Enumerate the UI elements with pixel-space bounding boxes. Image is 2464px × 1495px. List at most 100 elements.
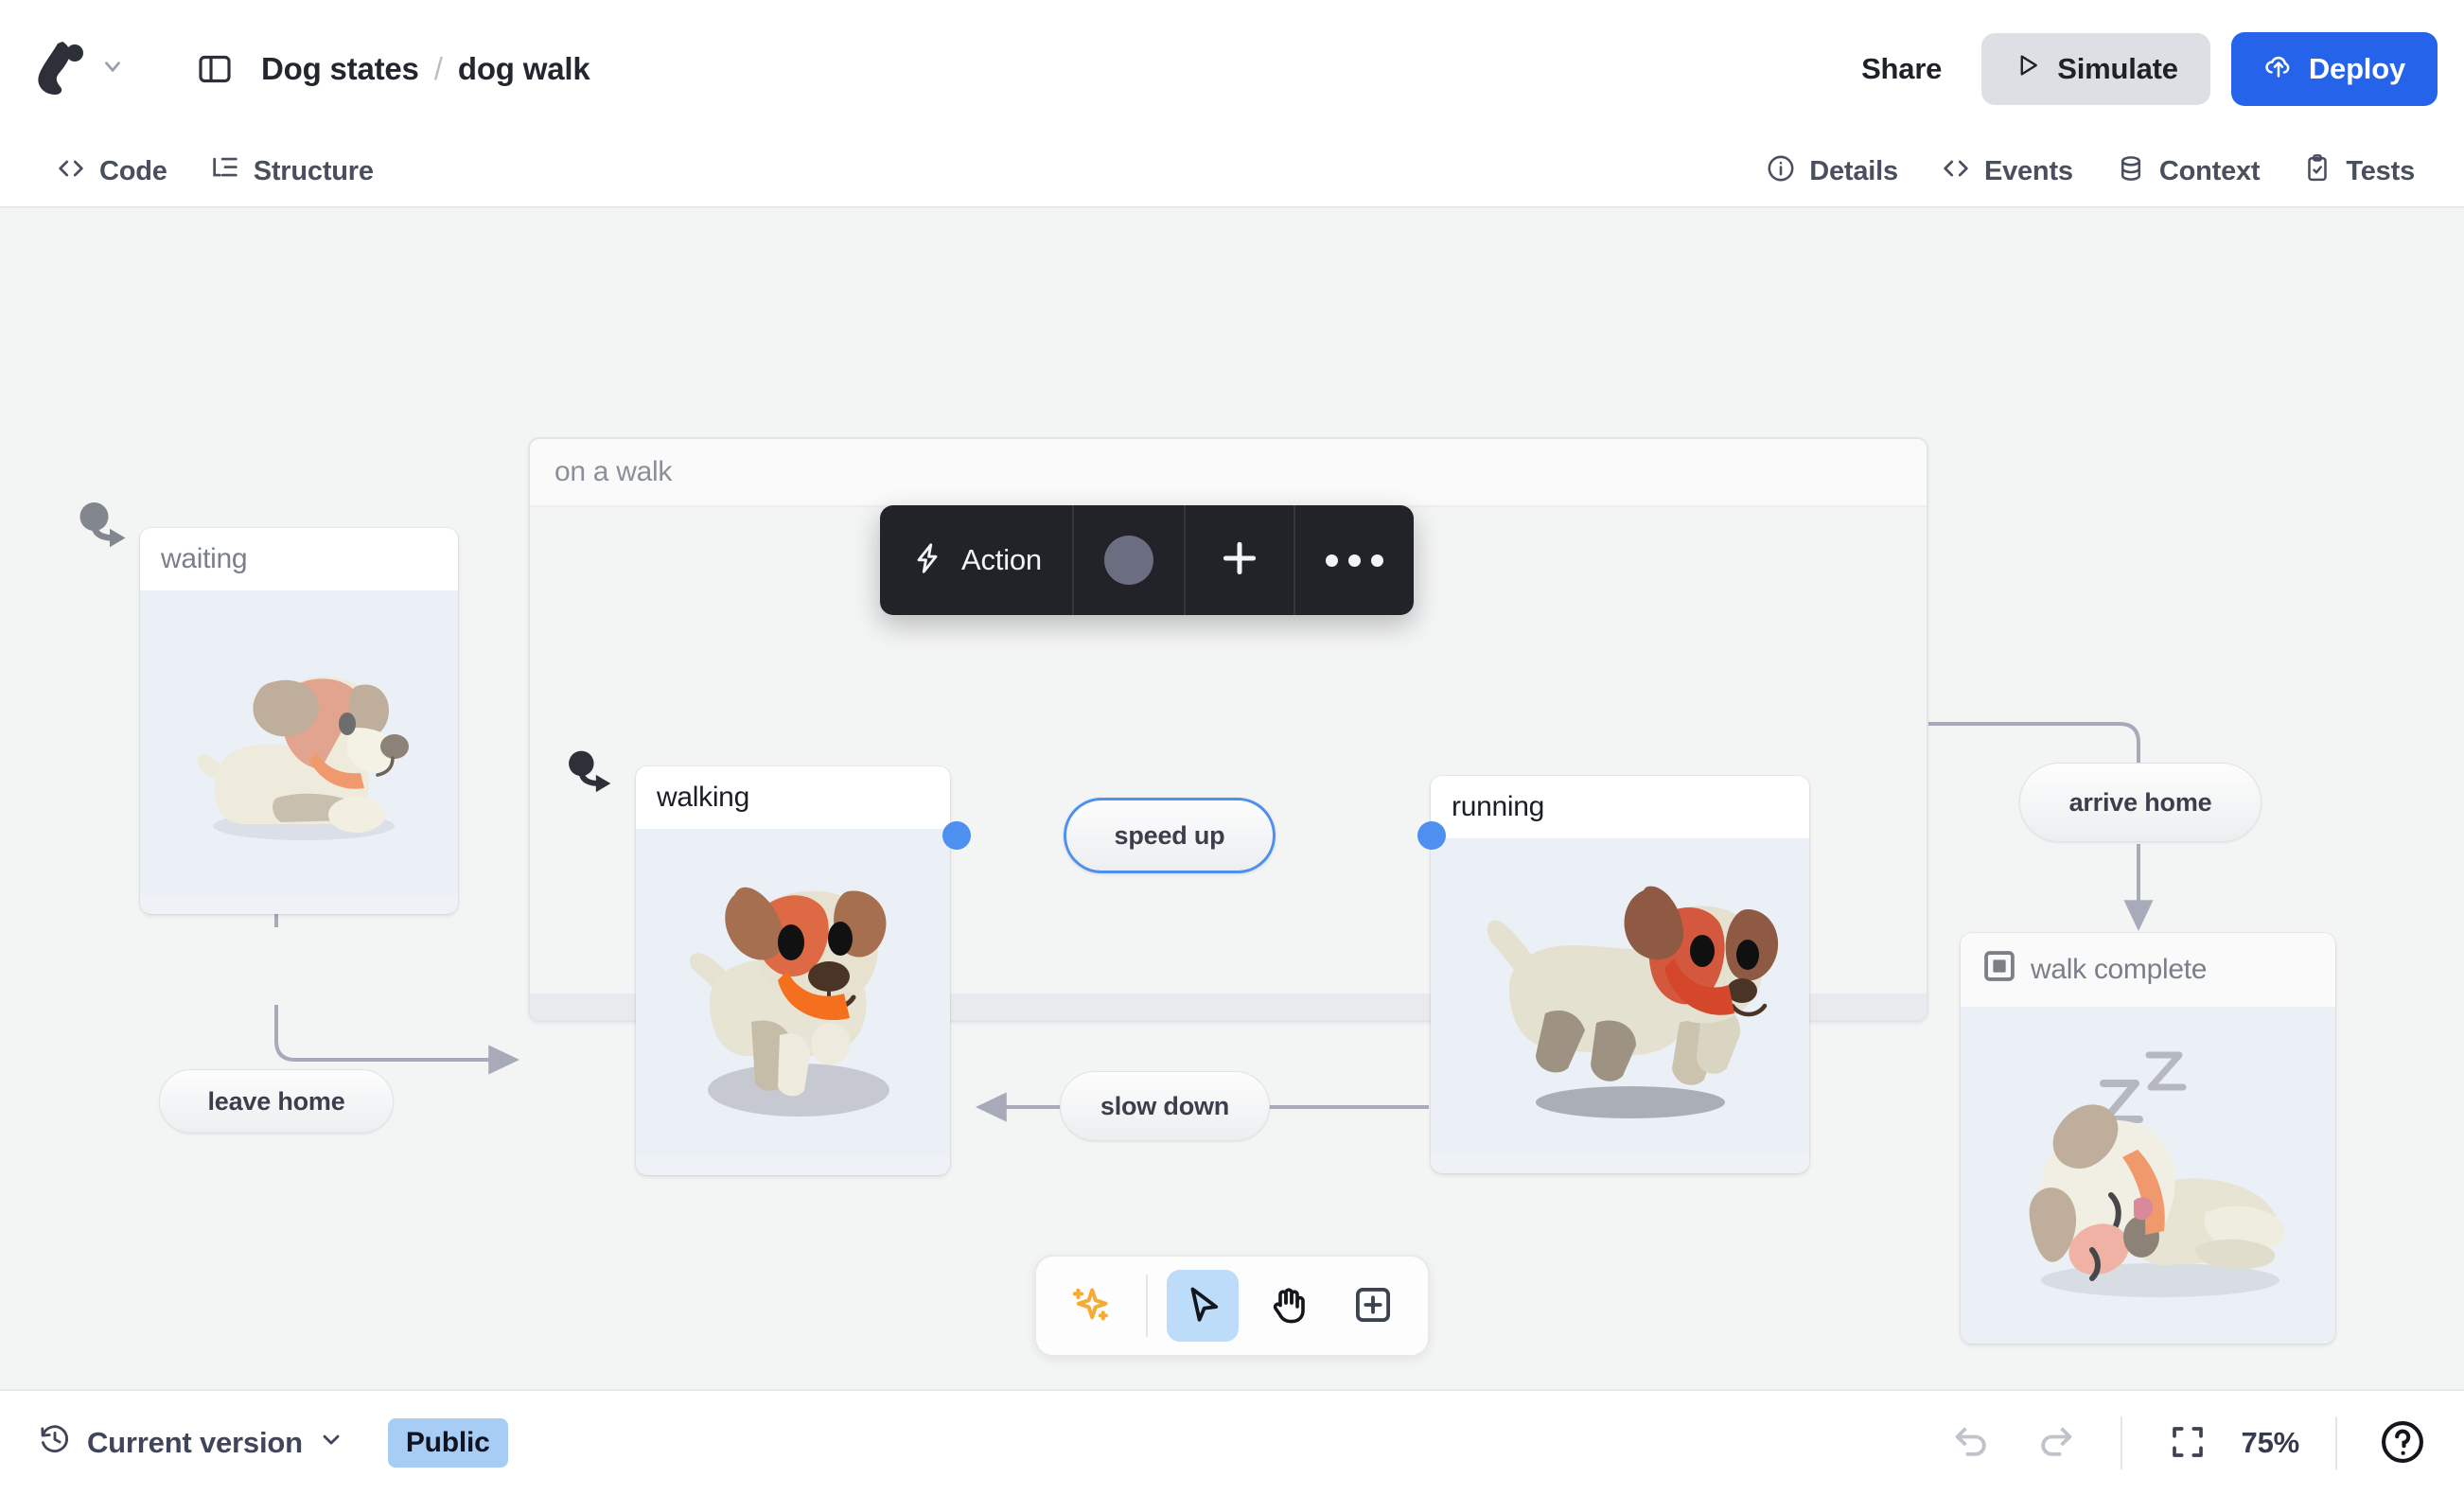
database-icon [2115,152,2147,192]
dog-sitting-illustration [140,590,458,895]
fit-to-screen-icon [2168,1422,2208,1465]
tab-events-label: Events [1983,156,2073,186]
action-label: Action [961,543,1042,576]
state-node-header: walk complete [1961,933,2335,1007]
palette-divider [1146,1275,1148,1337]
tab-code-label: Code [99,156,167,186]
info-circle-icon [1765,152,1797,192]
transition-label: slow down [1100,1091,1230,1120]
dog-walking-illustration [636,829,950,1156]
tool-palette [1034,1255,1430,1357]
deploy-button[interactable]: Deploy [2230,31,2438,106]
tab-context[interactable]: Context [2094,145,2281,200]
transition-label: arrive home [2068,787,2212,817]
statechart-canvas[interactable]: waiting on a walk walking running leave … [0,208,2464,1389]
simulate-button[interactable]: Simulate [1981,32,2210,105]
panel-tabs: Details Events Context Tests [1744,145,2436,200]
chevron-down-icon [318,1426,344,1460]
tab-tests[interactable]: Tests [2280,145,2436,200]
add-box-icon [1351,1283,1395,1329]
status-divider [2120,1416,2122,1469]
plus-icon [1216,535,1263,587]
tab-structure-label: Structure [253,156,374,186]
simulate-label: Simulate [2057,51,2178,85]
state-node-walk-complete[interactable]: walk complete [1961,933,2335,1344]
transition-arrive-home[interactable]: arrive home [2019,763,2262,842]
color-swatch-icon [1103,536,1153,585]
breadcrumb-file[interactable]: dog walk [458,51,590,87]
add-button[interactable] [1186,505,1295,615]
action-toolbar: Action [880,505,1414,615]
fit-to-screen-button[interactable] [2158,1414,2217,1472]
ellipsis-icon [1325,554,1383,567]
version-label: Current version [87,1426,303,1459]
visibility-badge[interactable]: Public [387,1418,508,1468]
sparkles-icon [1068,1282,1114,1330]
transition-leave-home[interactable]: leave home [159,1069,394,1134]
state-node-header: waiting [140,528,458,590]
deploy-label: Deploy [2308,51,2405,85]
tree-structure-icon [209,152,241,192]
state-node-waiting[interactable]: waiting [140,528,458,914]
redo-button[interactable] [2026,1414,2085,1472]
undo-button[interactable] [1943,1414,2001,1472]
tab-details[interactable]: Details [1744,145,1919,200]
question-circle-icon [2378,1417,2427,1469]
stately-editor-window: Dog states / dog walk Share Simulate Dep… [0,0,2464,1495]
transition-slow-down[interactable]: slow down [1060,1071,1270,1141]
state-label-running: running [1452,791,1544,822]
more-options-button[interactable] [1295,505,1414,615]
code-brackets-icon [1940,152,1972,192]
tab-events[interactable]: Events [1919,145,2094,200]
cloud-upload-icon [2263,50,2294,88]
clipboard-check-icon [2301,152,2333,192]
breadcrumb-project[interactable]: Dog states [261,51,419,87]
state-node-header: running [1431,776,1809,838]
breadcrumb: Dog states / dog walk [261,51,590,87]
hand-icon [1265,1282,1311,1330]
history-clock-icon [38,1422,72,1464]
add-state-tool-button[interactable] [1337,1270,1409,1342]
initial-state-marker-on-a-walk [564,748,623,811]
transition-label: speed up [1114,820,1225,850]
state-label-walking: walking [657,782,749,813]
share-button[interactable]: Share [1842,39,1961,99]
secondary-toolbar: Code Structure Details Events Context Te… [0,137,2464,208]
tab-tests-label: Tests [2346,156,2415,186]
final-state-icon [1981,948,2017,992]
zoom-level[interactable]: 75% [2242,1426,2300,1460]
logo-group[interactable] [34,40,125,98]
help-button[interactable] [2373,1414,2432,1472]
code-brackets-icon [55,152,87,192]
tab-details-label: Details [1809,156,1898,186]
compound-header: on a walk [530,439,1927,507]
top-actions: Share Simulate Deploy [1842,31,2438,106]
redo-arrow-icon [2034,1421,2076,1466]
transition-handle-walking-out[interactable] [942,821,971,850]
status-divider [2335,1416,2337,1469]
transition-label: leave home [207,1086,345,1116]
lightning-bolt-icon [910,541,944,580]
undo-arrow-icon [1951,1421,1993,1466]
action-button[interactable]: Action [880,505,1074,615]
transition-speed-up[interactable]: speed up [1064,798,1276,873]
status-bar: Current version Public 75% [0,1389,2464,1495]
dog-running-illustration [1431,838,1809,1154]
tab-code[interactable]: Code [34,145,188,200]
pan-tool-button[interactable] [1252,1270,1324,1342]
state-node-running[interactable]: running [1431,776,1809,1173]
stately-logo-icon[interactable] [34,40,87,98]
breadcrumb-separator: / [433,50,443,86]
sidebar-panel-icon[interactable] [193,47,237,91]
tab-context-label: Context [2158,156,2261,186]
transition-handle-running-in[interactable] [1417,821,1446,850]
color-swatch-button[interactable] [1074,505,1186,615]
status-bar-controls: 75% [1943,1414,2432,1472]
tab-structure[interactable]: Structure [188,145,395,200]
chevron-down-icon[interactable] [100,54,125,83]
dog-sleeping-illustration [1961,1007,2335,1342]
sparkles-tool-button[interactable] [1055,1270,1127,1342]
version-selector[interactable]: Current version [38,1422,344,1464]
state-node-walking[interactable]: walking [636,766,950,1175]
select-tool-button[interactable] [1167,1270,1239,1342]
